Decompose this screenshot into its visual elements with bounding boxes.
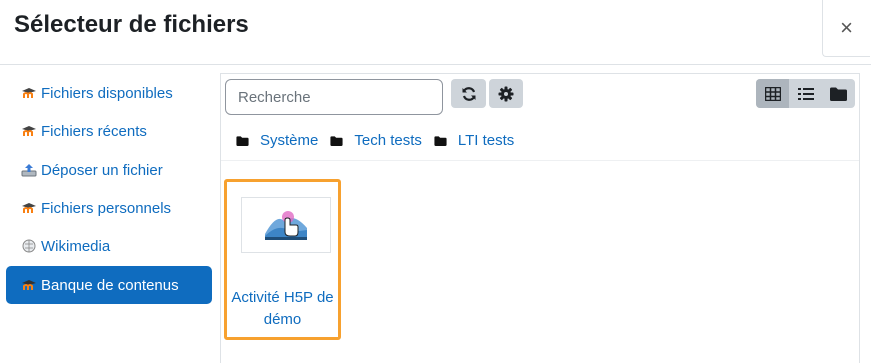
breadcrumb-label: LTI tests bbox=[457, 132, 515, 149]
refresh-icon bbox=[462, 86, 475, 101]
sidebar-item-label: Fichiers disponibles bbox=[41, 84, 173, 102]
folder-icon bbox=[236, 135, 249, 146]
view-toggle-group bbox=[756, 79, 855, 108]
list-view-icon bbox=[797, 87, 814, 100]
sidebar-item-fichiers-personnels[interactable]: Fichiers personnels bbox=[6, 189, 212, 227]
breadcrumb-item-lti-tests[interactable]: LTI tests bbox=[434, 132, 514, 149]
search-input[interactable] bbox=[225, 79, 443, 115]
h5p-thumbnail bbox=[241, 197, 331, 253]
sidebar-item-label: Wikimedia bbox=[41, 237, 111, 255]
grid-view-button[interactable] bbox=[756, 79, 789, 108]
sidebar-item-label: Déposer un fichier bbox=[41, 161, 163, 179]
folder-icon bbox=[330, 135, 343, 146]
file-item-h5p-activity[interactable]: Activité H5P de démo bbox=[224, 179, 341, 340]
grid-view-icon bbox=[764, 86, 781, 101]
moodle-icon bbox=[20, 123, 38, 139]
breadcrumb-label: Tech tests bbox=[354, 132, 422, 149]
file-name: Activité H5P de démo bbox=[231, 289, 334, 328]
h5p-thumbnail-icon bbox=[265, 211, 307, 240]
dialog-header: Sélecteur de fichiers × bbox=[0, 0, 871, 65]
dialog-title: Sélecteur de fichiers bbox=[14, 11, 249, 38]
folder-icon bbox=[434, 135, 447, 146]
divider bbox=[221, 160, 859, 161]
gear-icon bbox=[498, 86, 514, 101]
breadcrumb-label: Système bbox=[260, 132, 319, 149]
breadcrumb-item-systeme[interactable]: Système bbox=[236, 132, 318, 149]
sidebar-item-fichiers-disponibles[interactable]: Fichiers disponibles bbox=[6, 74, 212, 112]
upload-icon bbox=[20, 162, 38, 178]
moodle-icon bbox=[20, 200, 38, 216]
breadcrumb-item-tech-tests[interactable]: Tech tests bbox=[330, 132, 422, 149]
sidebar-item-label: Fichiers récents bbox=[41, 122, 147, 140]
breadcrumb: Système Tech tests LTI tests bbox=[236, 132, 526, 149]
moodle-icon bbox=[20, 277, 38, 293]
folder-view-icon bbox=[830, 87, 847, 101]
sidebar-item-banque-de-contenus[interactable]: Banque de contenus bbox=[6, 266, 212, 304]
sidebar-item-wikimedia[interactable]: Wikimedia bbox=[6, 227, 212, 265]
sidebar-item-fichiers-recents[interactable]: Fichiers récents bbox=[6, 112, 212, 150]
sidebar-item-deposer-un-fichier[interactable]: Déposer un fichier bbox=[6, 151, 212, 189]
sidebar-item-label: Fichiers personnels bbox=[41, 199, 172, 217]
close-button[interactable]: × bbox=[822, 0, 870, 57]
wikipedia-icon bbox=[20, 238, 38, 254]
close-icon: × bbox=[840, 15, 853, 40]
folder-view-button[interactable] bbox=[822, 79, 855, 108]
refresh-button[interactable] bbox=[451, 79, 486, 108]
list-view-button[interactable] bbox=[789, 79, 822, 108]
settings-button[interactable] bbox=[489, 79, 523, 108]
sidebar-item-label: Banque de contenus bbox=[41, 276, 179, 294]
moodle-icon bbox=[20, 85, 38, 101]
